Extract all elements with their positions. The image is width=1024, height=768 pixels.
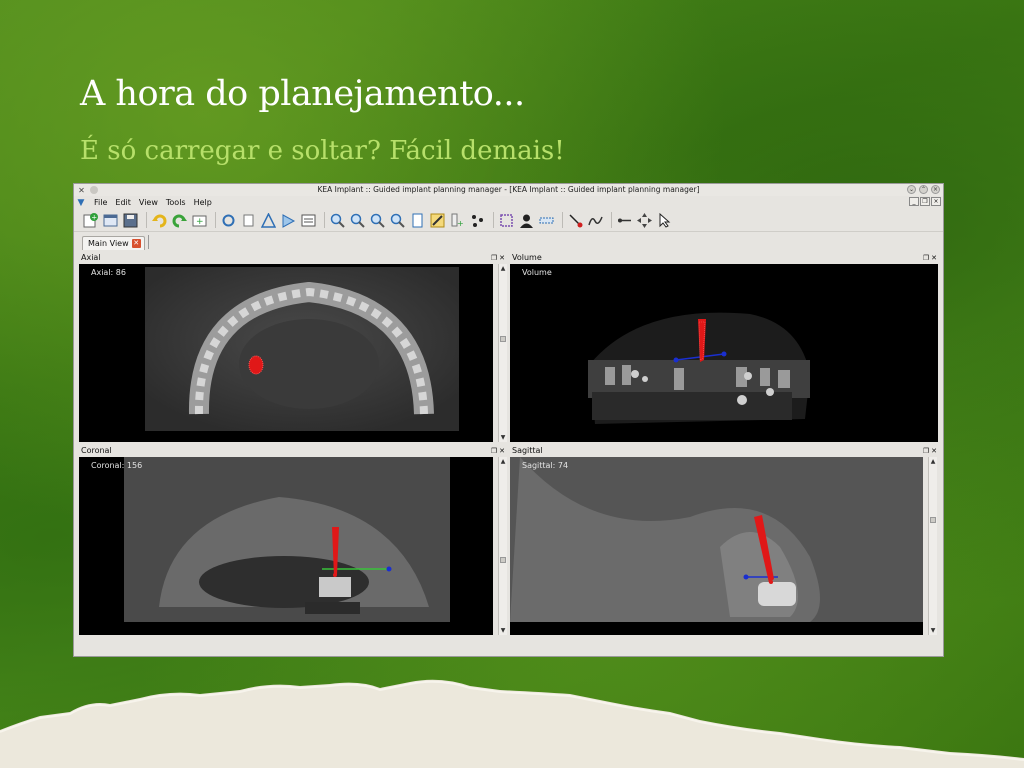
pointer-icon[interactable] — [656, 212, 673, 229]
coronal-scroll-thumb[interactable] — [500, 557, 506, 563]
redo-icon[interactable] — [171, 212, 188, 229]
arrow-icon[interactable] — [280, 212, 297, 229]
svg-text:+: + — [457, 219, 464, 228]
zoom-in-icon[interactable] — [329, 212, 346, 229]
mdi-close-button[interactable]: × — [931, 197, 941, 206]
sagittal-view[interactable]: Sagittal: 74 — [510, 457, 923, 635]
axial-scrollbar[interactable]: ▲ ▼ — [498, 264, 507, 442]
menu-tools[interactable]: Tools — [166, 198, 186, 207]
toolbar: + + + — [74, 209, 943, 232]
axial-panel-title: Axial — [81, 253, 101, 262]
mdi-minimize-button[interactable]: _ — [909, 197, 919, 206]
slide-subtitle: É só carregar e soltar? Fácil demais! — [80, 136, 565, 166]
coronal-view[interactable]: Coronal: 156 — [79, 457, 493, 635]
coronal-float-icon[interactable]: ❐ — [491, 447, 499, 455]
menu-file[interactable]: File — [94, 198, 107, 207]
tab-main-view-label: Main View — [88, 239, 129, 248]
axial-scroll-down-icon[interactable]: ▼ — [499, 433, 507, 442]
zoom-region-icon[interactable] — [389, 212, 406, 229]
axial-panel-header: Axial ❐✕ — [79, 253, 509, 263]
tab-main-view[interactable]: Main View ✕ — [82, 236, 145, 250]
pencil-icon[interactable] — [429, 212, 446, 229]
rotate-icon[interactable] — [220, 212, 237, 229]
axial-scroll-up-icon[interactable]: ▲ — [499, 264, 507, 273]
sagittal-scroll-up-icon[interactable]: ▲ — [929, 457, 937, 466]
tab-bar: Main View ✕ — [74, 232, 943, 250]
undo-icon[interactable] — [151, 212, 168, 229]
line-icon[interactable] — [616, 212, 633, 229]
coronal-scroll-down-icon[interactable]: ▼ — [499, 626, 507, 635]
slide-title: A hora do planejamento... — [80, 74, 525, 114]
person-icon[interactable] — [518, 212, 535, 229]
volume-panel-header: Volume ❐✕ — [510, 253, 941, 263]
add-icon[interactable]: + — [191, 212, 208, 229]
svg-text:+: + — [91, 213, 97, 221]
window-shade-button[interactable]: ⌄ — [907, 185, 916, 194]
probe-icon[interactable] — [567, 212, 584, 229]
sagittal-close-icon[interactable]: ✕ — [931, 447, 939, 455]
sagittal-scrollbar[interactable]: ▲ ▼ — [928, 457, 937, 635]
new-icon[interactable]: + — [82, 212, 99, 229]
axial-panel: Axial ❐✕ Axial: 86 ▲ ▼ — [79, 253, 509, 442]
sagittal-panel: Sagittal ❐✕ Sagittal: 74 ▲ ▼ — [510, 446, 941, 638]
axial-close-icon[interactable]: ✕ — [499, 254, 507, 262]
menu-edit[interactable]: Edit — [115, 198, 131, 207]
page-icon[interactable] — [409, 212, 426, 229]
axial-float-icon[interactable]: ❐ — [491, 254, 499, 262]
window-titlebar[interactable]: ✕ KEA Implant :: Guided implant planning… — [74, 184, 943, 196]
window-close-button[interactable]: × — [931, 185, 940, 194]
layout-icon[interactable] — [300, 212, 317, 229]
measure-icon[interactable] — [260, 212, 277, 229]
coronal-close-icon[interactable]: ✕ — [499, 447, 507, 455]
volume-panel: Volume ❐✕ Volume — [510, 253, 941, 442]
app-window: ✕ KEA Implant :: Guided implant planning… — [73, 183, 944, 657]
sagittal-slice-label: Sagittal: 74 — [522, 461, 569, 470]
sagittal-panel-header: Sagittal ❐✕ — [510, 446, 941, 456]
ruler-icon[interactable] — [538, 212, 555, 229]
menu-help[interactable]: Help — [194, 198, 212, 207]
coronal-panel-header: Coronal ❐✕ — [79, 446, 509, 456]
sagittal-scroll-down-icon[interactable]: ▼ — [929, 626, 937, 635]
kea-logo-icon: ▼ — [77, 197, 85, 208]
torn-paper-decoration — [0, 679, 1024, 768]
zoom-fit-icon[interactable] — [369, 212, 386, 229]
save-icon[interactable] — [122, 212, 139, 229]
coronal-slice-label: Coronal: 156 — [91, 461, 143, 470]
window-maximize-button[interactable]: ⌃ — [919, 185, 928, 194]
coronal-scrollbar[interactable]: ▲ ▼ — [498, 457, 507, 635]
volume-float-icon[interactable]: ❐ — [923, 254, 931, 262]
coronal-panel-title: Coronal — [81, 446, 112, 455]
curve-icon[interactable] — [587, 212, 604, 229]
sagittal-panel-title: Sagittal — [512, 446, 543, 455]
axial-slice-label: Axial: 86 — [91, 268, 126, 277]
axial-scroll-thumb[interactable] — [500, 336, 506, 342]
volume-view[interactable]: Volume — [510, 264, 938, 442]
volume-label: Volume — [522, 268, 552, 277]
mdi-restore-button[interactable]: ❐ — [920, 197, 930, 206]
svg-text:+: + — [196, 217, 204, 227]
menu-view[interactable]: View — [139, 198, 158, 207]
zoom-out-icon[interactable] — [349, 212, 366, 229]
pan-icon[interactable] — [240, 212, 257, 229]
sagittal-scroll-thumb[interactable] — [930, 517, 936, 523]
tab-close-icon[interactable]: ✕ — [131, 239, 141, 248]
volume-close-icon[interactable]: ✕ — [931, 254, 939, 262]
open-icon[interactable] — [102, 212, 119, 229]
add-implant-icon[interactable]: + — [449, 212, 466, 229]
move-icon[interactable] — [636, 212, 653, 229]
sagittal-float-icon[interactable]: ❐ — [923, 447, 931, 455]
coronal-panel: Coronal ❐✕ Coronal: 156 ▲ ▼ — [79, 446, 509, 638]
volume-panel-title: Volume — [512, 253, 542, 262]
axial-view[interactable]: Axial: 86 — [79, 264, 493, 442]
window-title: KEA Implant :: Guided implant planning m… — [317, 185, 700, 194]
frame-icon[interactable] — [498, 212, 515, 229]
points-icon[interactable] — [469, 212, 486, 229]
coronal-scroll-up-icon[interactable]: ▲ — [499, 457, 507, 466]
menubar: ▼ File Edit View Tools Help _ ❐ × — [74, 196, 943, 209]
